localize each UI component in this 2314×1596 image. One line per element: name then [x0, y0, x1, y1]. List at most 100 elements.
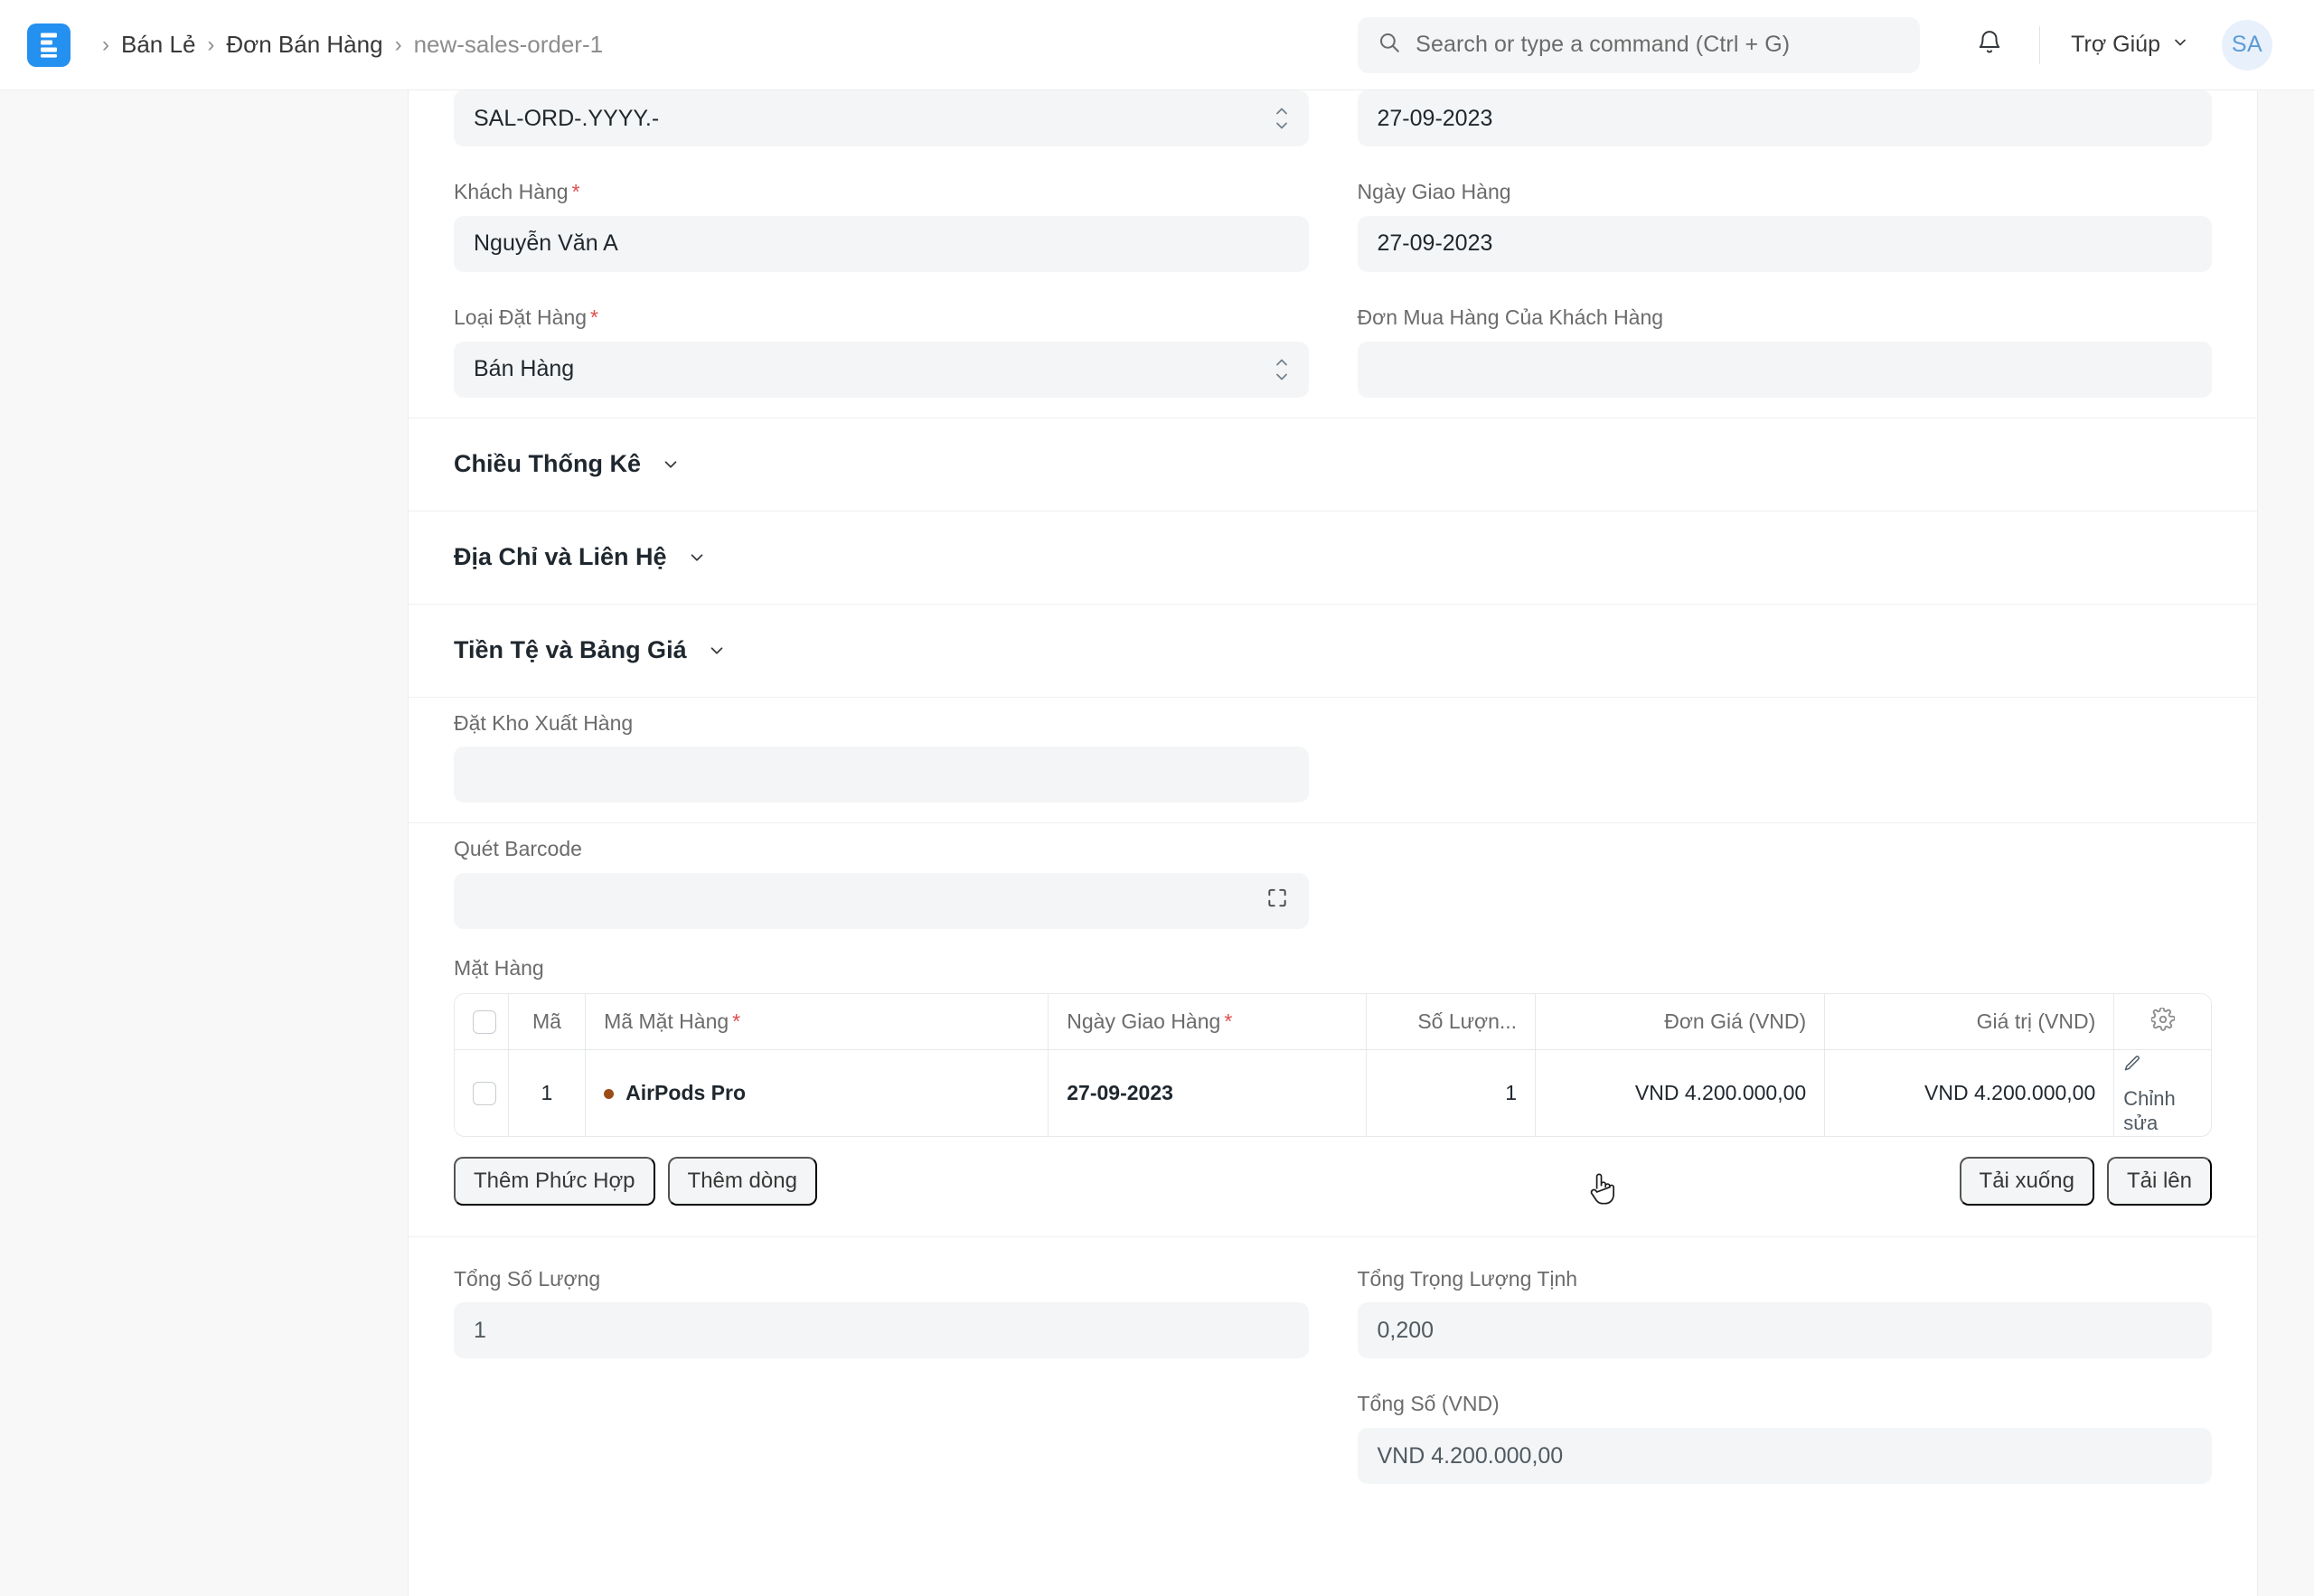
required-indicator: *	[590, 305, 598, 329]
total-qty-label: Tổng Số Lượng	[454, 1266, 601, 1291]
items-table-header-row: Mã Mã Mặt Hàng * Ngày Giao Hàng * Số Lượn.…	[455, 994, 2211, 1050]
customer-label: Khách Hàng *	[454, 179, 1309, 205]
row-edit-button[interactable]: Chỉnh sửa	[2123, 1050, 2202, 1136]
erpnext-logo-icon[interactable]	[27, 23, 71, 67]
field-grand-total: Tổng Số (VND) VND 4.200.000,00	[1357, 1378, 2212, 1504]
items-header-item-code: Mã Mặt Hàng *	[586, 994, 1049, 1050]
breadcrumb-item-don-ban-hang[interactable]: Đơn Bán Hàng	[226, 31, 382, 59]
primary-fields-section: SAL-ORD-.YYYY.- 27-09-2023 Khách Hàng * …	[409, 90, 2257, 418]
grand-total-input[interactable]: VND 4.200.000,00	[1357, 1428, 2212, 1484]
row-item-code[interactable]: AirPods Pro	[586, 1050, 1049, 1136]
top-navbar: › Bán Lẻ › Đơn Bán Hàng › new-sales-orde…	[0, 0, 2314, 90]
add-row-button[interactable]: Thêm dòng	[667, 1156, 817, 1206]
items-header-delivery-date: Ngày Giao Hàng *	[1049, 994, 1368, 1050]
required-indicator: *	[732, 1009, 741, 1033]
order-type-label-text: Loại Đặt Hàng	[454, 305, 588, 329]
row-delivery-date[interactable]: 27-09-2023	[1049, 1050, 1368, 1136]
bell-icon	[1976, 29, 2003, 61]
field-naming-series: SAL-ORD-.YYYY.-	[454, 90, 1309, 166]
set-warehouse-grid: Đặt Kho Xuất Hàng	[445, 698, 2221, 823]
search-icon	[1378, 31, 1401, 59]
section-title: Chiều Thống Kê	[454, 450, 641, 477]
total-qty-input[interactable]: 1	[454, 1302, 1309, 1359]
grand-total-value: VND 4.200.000,00	[1377, 1442, 1564, 1469]
customer-input[interactable]: Nguyễn Văn A	[454, 215, 1309, 272]
chevron-down-icon	[687, 548, 707, 568]
delivery-date-input[interactable]: 27-09-2023	[1357, 215, 2212, 272]
field-customer: Khách Hàng * Nguyễn Văn A	[454, 166, 1309, 292]
avatar-initials: SA	[2231, 32, 2263, 57]
items-header-item-code-text: Mã Mặt Hàng	[604, 1009, 729, 1033]
section-chieu-thong-ke[interactable]: Chiều Thống Kê	[409, 417, 2257, 511]
navbar-divider	[2039, 25, 2041, 64]
page-body: SAL-ORD-.YYYY.- 27-09-2023 Khách Hàng * …	[0, 90, 2314, 1596]
table-row[interactable]: 1 AirPods Pro 27-09-2023 1 VND 4.200.000…	[455, 1050, 2211, 1136]
row-qty[interactable]: 1	[1367, 1050, 1537, 1136]
content-column: SAL-ORD-.YYYY.- 27-09-2023 Khách Hàng * …	[409, 90, 2314, 1596]
field-order-type: Loại Đặt Hàng * Bán Hàng	[454, 292, 1309, 418]
order-type-value: Bán Hàng	[474, 356, 575, 381]
items-grid-section: Mặt Hàng Mã Mã Mặt Hàng * Ngày Giao Hàng…	[409, 949, 2257, 1206]
scan-barcode-input[interactable]	[454, 873, 1309, 929]
totals-left-column: Tổng Số Lượng 1	[454, 1253, 1309, 1505]
transaction-date-input[interactable]: 27-09-2023	[1357, 90, 2212, 146]
section-tien-te-va-bang-gia[interactable]: Tiền Tệ và Bảng Giá	[409, 603, 2257, 697]
field-customer-po: Đơn Mua Hàng Của Khách Hàng	[1357, 292, 2212, 418]
help-menu-button[interactable]: Trợ Giúp	[2062, 24, 2198, 65]
barcode-scan-icon[interactable]	[1265, 887, 1289, 916]
add-multiple-button[interactable]: Thêm Phức Hợp	[454, 1156, 655, 1206]
field-set-warehouse: Đặt Kho Xuất Hàng	[454, 698, 1309, 823]
total-net-weight-value: 0,200	[1377, 1317, 1434, 1343]
section-dia-chi-va-lien-he[interactable]: Địa Chỉ và Liên Hệ	[409, 510, 2257, 604]
set-warehouse-input[interactable]	[454, 746, 1309, 803]
field-scan-barcode: Quét Barcode	[454, 823, 1309, 949]
upload-button[interactable]: Tải lên	[2106, 1156, 2212, 1206]
total-net-weight-label: Tổng Trọng Lượng Tịnh	[1357, 1266, 1578, 1291]
breadcrumb: › Bán Lẻ › Đơn Bán Hàng › new-sales-orde…	[90, 31, 603, 59]
customer-po-input[interactable]	[1357, 341, 2212, 398]
scan-barcode-grid: Quét Barcode	[445, 823, 2221, 949]
row-edit-label: Chỉnh sửa	[2123, 1086, 2176, 1135]
items-table: Mã Mã Mặt Hàng * Ngày Giao Hàng * Số Lượn.…	[454, 993, 2212, 1137]
set-warehouse-label: Đặt Kho Xuất Hàng	[454, 710, 634, 735]
set-warehouse-empty-cell	[1358, 698, 2213, 823]
primary-fields-grid: SAL-ORD-.YYYY.- 27-09-2023 Khách Hàng * …	[445, 90, 2221, 418]
row-rate[interactable]: VND 4.200.000,00	[1536, 1050, 1826, 1136]
required-indicator: *	[571, 180, 580, 203]
items-grid-settings-button[interactable]	[2114, 994, 2211, 1050]
navbar-left: › Bán Lẻ › Đơn Bán Hàng › new-sales-orde…	[27, 23, 603, 67]
checkbox-icon[interactable]	[473, 1010, 496, 1035]
breadcrumb-separator-0: ›	[102, 32, 109, 57]
row-idx: 1	[509, 1050, 587, 1136]
notifications-button[interactable]	[1961, 17, 2018, 73]
breadcrumb-separator-2: ›	[394, 32, 402, 57]
field-transaction-date: 27-09-2023	[1357, 90, 2212, 166]
chevron-down-icon	[2171, 32, 2189, 58]
customer-value: Nguyễn Văn A	[474, 230, 618, 257]
set-warehouse-section: Đặt Kho Xuất Hàng	[409, 696, 2257, 823]
row-checkbox-cell[interactable]	[455, 1050, 509, 1136]
field-total-qty: Tổng Số Lượng 1	[454, 1253, 1309, 1379]
breadcrumb-item-ban-le[interactable]: Bán Lẻ	[121, 31, 195, 59]
delivery-date-value: 27-09-2023	[1377, 230, 1493, 257]
navbar-right: Search or type a command (Ctrl + G) Trợ …	[1358, 16, 2272, 73]
breadcrumb-separator-1: ›	[207, 32, 215, 57]
chevron-down-icon	[707, 641, 727, 661]
avatar[interactable]: SA	[2222, 19, 2272, 70]
total-net-weight-input[interactable]: 0,200	[1357, 1302, 2212, 1359]
naming-series-select[interactable]: SAL-ORD-.YYYY.-	[454, 90, 1309, 146]
transaction-date-value: 27-09-2023	[1377, 105, 1493, 131]
download-button[interactable]: Tải xuống	[1959, 1156, 2094, 1206]
breadcrumb-item-current: new-sales-order-1	[413, 31, 604, 58]
delivery-date-label: Ngày Giao Hàng	[1357, 180, 1511, 203]
order-type-select[interactable]: Bán Hàng	[454, 341, 1309, 398]
items-header-select-all[interactable]	[455, 994, 509, 1050]
items-grid-buttons: Thêm Phức Hợp Thêm dòng Tải xuống Tải lê…	[454, 1137, 2212, 1206]
row-amount[interactable]: VND 4.200.000,00	[1825, 1050, 2115, 1136]
scan-barcode-empty-cell	[1358, 823, 2213, 949]
field-delivery-date: Ngày Giao Hàng 27-09-2023	[1357, 166, 2212, 292]
checkbox-icon[interactable]	[473, 1082, 496, 1106]
scan-barcode-label: Quét Barcode	[454, 837, 582, 861]
search-input[interactable]: Search or type a command (Ctrl + G)	[1358, 16, 1921, 73]
row-edit-cell[interactable]: Chỉnh sửa	[2114, 1050, 2211, 1136]
